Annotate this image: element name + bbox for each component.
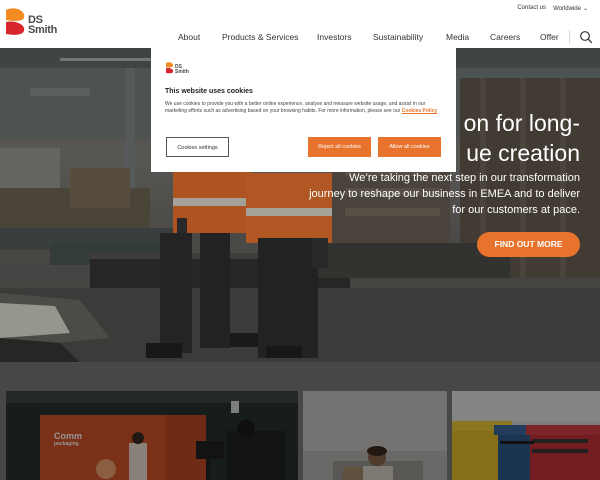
site-header: DS Smith Contact us Worldwide ⌄ About Pro… bbox=[0, 0, 600, 48]
search-icon[interactable] bbox=[579, 30, 593, 44]
cards-dim-overlay bbox=[0, 362, 600, 480]
nav-item-investors[interactable]: Investors bbox=[317, 32, 352, 42]
worldwide-label: Worldwide bbox=[553, 6, 581, 12]
modal-logo: DS Smith bbox=[165, 61, 193, 79]
contact-us-link[interactable]: Contact us bbox=[517, 5, 546, 11]
modal-logo-wordmark: DS Smith bbox=[175, 64, 189, 75]
nav-divider bbox=[569, 30, 570, 44]
logo-mark-icon bbox=[166, 62, 174, 74]
cookie-consent-dialog: DS Smith This website uses cookies We us… bbox=[151, 48, 456, 172]
nav-item-products-services[interactable]: Products & Services bbox=[222, 32, 299, 42]
cookies-policy-link[interactable]: Cookies Policy bbox=[402, 108, 438, 114]
chevron-down-icon: ⌄ bbox=[582, 6, 588, 12]
nav-item-offer[interactable]: Offer bbox=[540, 32, 559, 42]
nav-item-about[interactable]: About bbox=[178, 32, 200, 42]
cookie-dialog-title: This website uses cookies bbox=[165, 88, 253, 95]
nav-item-careers[interactable]: Careers bbox=[490, 32, 520, 42]
feature-cards: Comm packaging bbox=[0, 362, 600, 480]
cookie-dialog-body: We use cookies to provide you with a bet… bbox=[165, 101, 443, 115]
cookies-settings-button[interactable]: Cookies settings bbox=[166, 137, 229, 157]
main-nav: About Products & Services Investors Sust… bbox=[0, 32, 600, 44]
nav-item-sustainability[interactable]: Sustainability bbox=[373, 32, 423, 42]
cookie-dialog-text: We use cookies to provide you with a bet… bbox=[165, 101, 426, 114]
reject-all-cookies-button[interactable]: Reject all cookies bbox=[308, 137, 371, 157]
allow-all-cookies-button[interactable]: Allow all cookies bbox=[378, 137, 441, 157]
worldwide-selector[interactable]: Worldwide ⌄ bbox=[553, 5, 588, 12]
nav-item-media[interactable]: Media bbox=[446, 32, 469, 42]
